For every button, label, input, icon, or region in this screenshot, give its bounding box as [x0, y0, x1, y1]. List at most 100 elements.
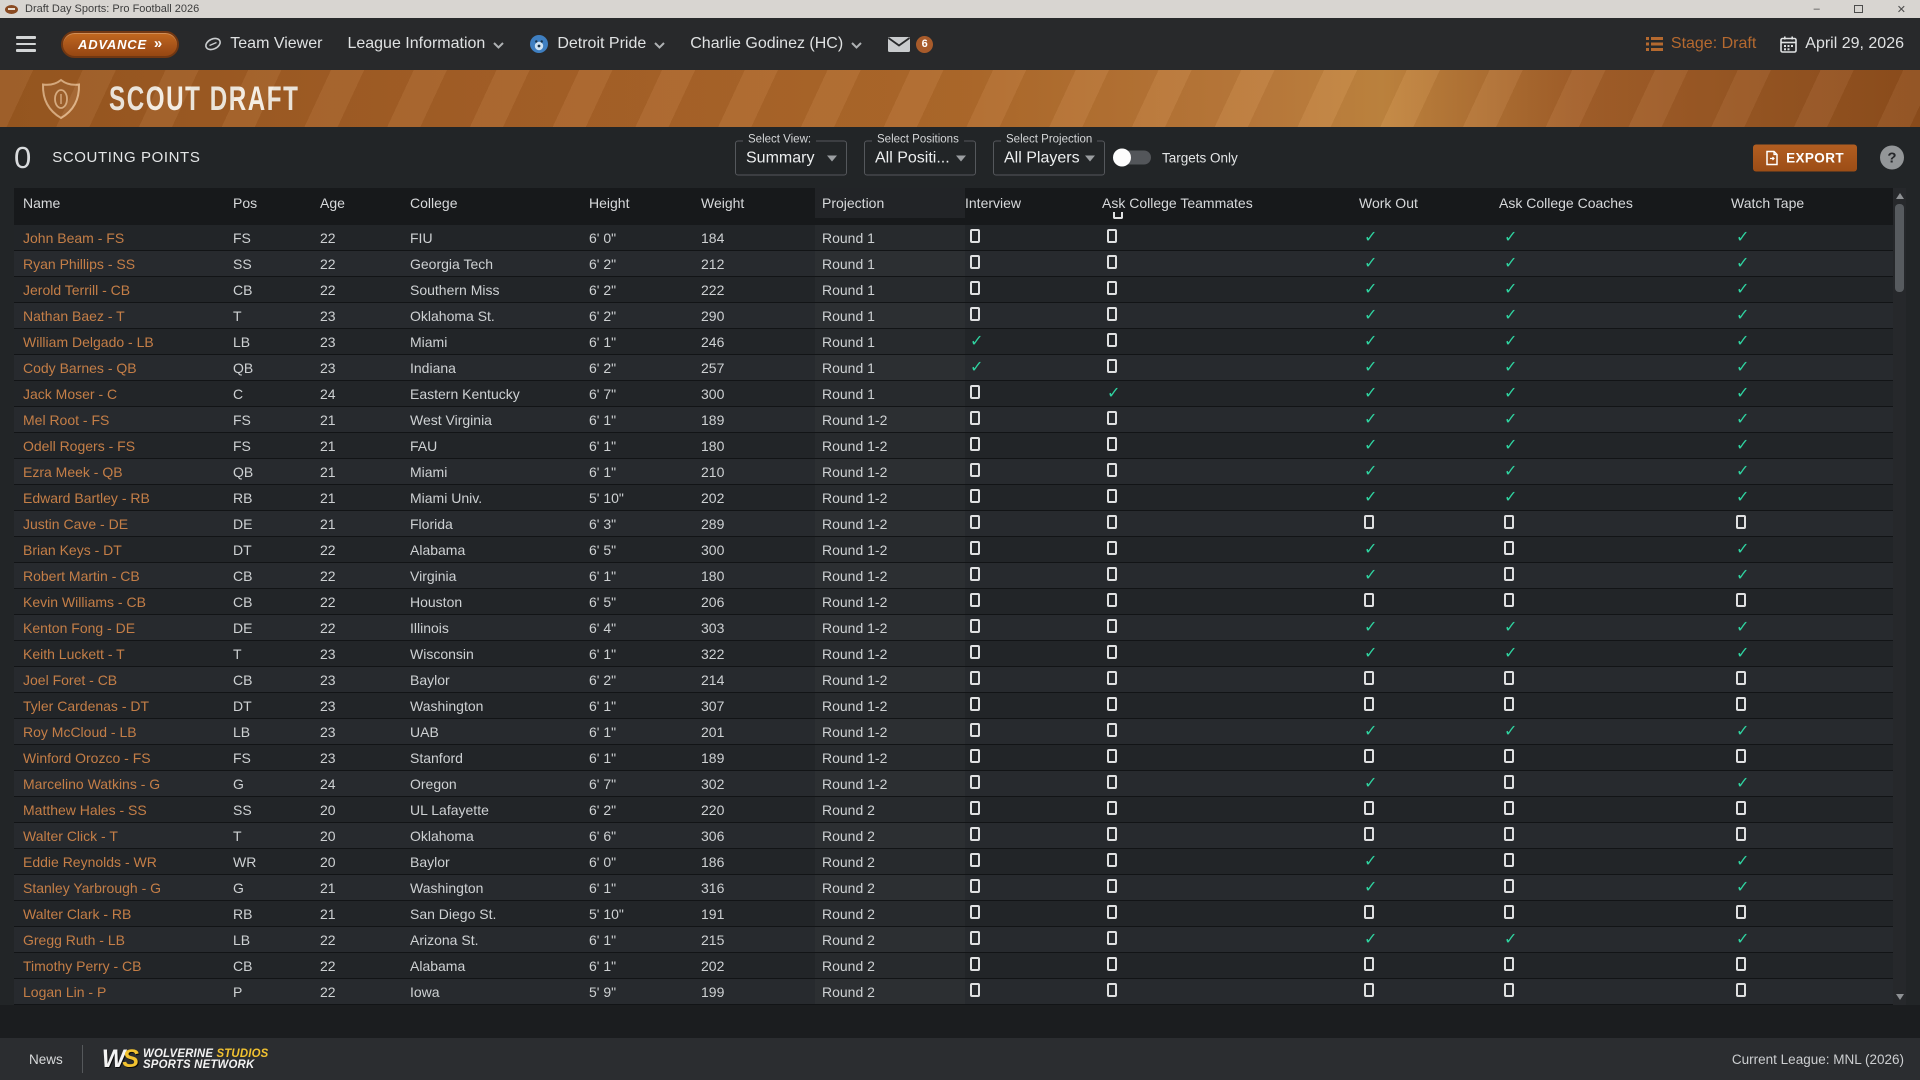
workout-checked-icon[interactable]: ✓	[1364, 567, 1377, 584]
player-name-link[interactable]: Jerold Terrill - CB	[23, 282, 233, 298]
workout-checkbox-unchecked[interactable]	[1364, 515, 1374, 529]
workout-checked-icon[interactable]: ✓	[1364, 645, 1377, 662]
table-row[interactable]: Tyler Cardenas - DT DT 23 Washington 6' …	[14, 693, 1906, 719]
interview-checkbox-unchecked[interactable]	[970, 697, 980, 711]
player-name-link[interactable]: Joel Foret - CB	[23, 672, 233, 688]
workout-checked-icon[interactable]: ✓	[1364, 437, 1377, 454]
workout-checked-icon[interactable]: ✓	[1364, 931, 1377, 948]
view-select[interactable]: Select View: Summary	[735, 140, 847, 175]
table-row[interactable]: Marcelino Watkins - G G 24 Oregon 6' 7" …	[14, 771, 1906, 797]
interview-checkbox-unchecked[interactable]	[970, 671, 980, 685]
table-row[interactable]: Winford Orozco - FS FS 23 Stanford 6' 1"…	[14, 745, 1906, 771]
workout-checkbox-unchecked[interactable]	[1364, 593, 1374, 607]
coaches-checkbox-unchecked[interactable]	[1504, 801, 1514, 815]
teammates-checkbox-unchecked[interactable]	[1107, 775, 1117, 789]
coaches-checked-icon[interactable]: ✓	[1504, 333, 1517, 350]
tape-checked-icon[interactable]: ✓	[1736, 723, 1749, 740]
player-name-link[interactable]: Timothy Perry - CB	[23, 958, 233, 974]
table-row[interactable]: Brian Keys - DT DT 22 Alabama 6' 5" 300 …	[14, 537, 1906, 563]
tape-checked-icon[interactable]: ✓	[1736, 281, 1749, 298]
nav-coach-dropdown[interactable]: Charlie Godinez (HC)	[690, 35, 862, 53]
interview-checkbox-unchecked[interactable]	[970, 541, 980, 555]
interview-checkbox-unchecked[interactable]	[970, 281, 980, 295]
interview-checkbox-unchecked[interactable]	[970, 463, 980, 477]
player-name-link[interactable]: Robert Martin - CB	[23, 568, 233, 584]
coaches-checked-icon[interactable]: ✓	[1504, 645, 1517, 662]
workout-checkbox-unchecked[interactable]	[1364, 697, 1374, 711]
player-name-link[interactable]: Walter Clark - RB	[23, 906, 233, 922]
export-button[interactable]: EXPORT	[1753, 144, 1857, 171]
interview-checkbox-unchecked[interactable]	[970, 437, 980, 451]
teammates-checkbox-unchecked[interactable]	[1107, 853, 1117, 867]
nav-team-viewer[interactable]: Team Viewer	[204, 35, 322, 53]
interview-checkbox-unchecked[interactable]	[970, 229, 980, 243]
table-row[interactable]: Cody Barnes - QB QB 23 Indiana 6' 2" 257…	[14, 355, 1906, 381]
column-header-height[interactable]: Height	[589, 195, 701, 211]
teammates-checkbox-unchecked[interactable]	[1107, 957, 1117, 971]
interview-checkbox-unchecked[interactable]	[970, 385, 980, 399]
interview-checkbox-unchecked[interactable]	[970, 801, 980, 815]
player-name-link[interactable]: Ezra Meek - QB	[23, 464, 233, 480]
column-header-name[interactable]: Name	[23, 195, 233, 211]
workout-checked-icon[interactable]: ✓	[1364, 879, 1377, 896]
projection-select[interactable]: Select Projection All Players	[993, 140, 1105, 175]
player-name-link[interactable]: Eddie Reynolds - WR	[23, 854, 233, 870]
teammates-checked-icon[interactable]: ✓	[1107, 385, 1120, 402]
coaches-checked-icon[interactable]: ✓	[1504, 229, 1517, 246]
window-minimize-button[interactable]: –	[1814, 3, 1820, 15]
advance-button[interactable]: ADVANCE »	[61, 31, 179, 58]
table-row[interactable]: Ryan Phillips - SS SS 22 Georgia Tech 6'…	[14, 251, 1906, 277]
tape-checked-icon[interactable]: ✓	[1736, 333, 1749, 350]
workout-checked-icon[interactable]: ✓	[1364, 281, 1377, 298]
player-name-link[interactable]: Winford Orozco - FS	[23, 750, 233, 766]
table-row[interactable]: Ezra Meek - QB QB 21 Miami 6' 1" 210 Rou…	[14, 459, 1906, 485]
coaches-checked-icon[interactable]: ✓	[1504, 437, 1517, 454]
column-header-tape[interactable]: Watch Tape	[1731, 195, 1906, 211]
workout-checked-icon[interactable]: ✓	[1364, 853, 1377, 870]
teammates-checkbox-unchecked[interactable]	[1107, 463, 1117, 477]
coaches-checkbox-unchecked[interactable]	[1504, 983, 1514, 997]
player-name-link[interactable]: Justin Cave - DE	[23, 516, 233, 532]
coaches-checkbox-unchecked[interactable]	[1504, 957, 1514, 971]
interview-checkbox-unchecked[interactable]	[970, 411, 980, 425]
tape-checked-icon[interactable]: ✓	[1736, 307, 1749, 324]
player-name-link[interactable]: Roy McCloud - LB	[23, 724, 233, 740]
interview-checkbox-unchecked[interactable]	[970, 619, 980, 633]
workout-checked-icon[interactable]: ✓	[1364, 359, 1377, 376]
interview-checkbox-unchecked[interactable]	[970, 749, 980, 763]
tape-checkbox-unchecked[interactable]	[1736, 801, 1746, 815]
teammates-checkbox-unchecked[interactable]	[1107, 697, 1117, 711]
coaches-checkbox-unchecked[interactable]	[1504, 671, 1514, 685]
teammates-checkbox-unchecked[interactable]	[1107, 645, 1117, 659]
workout-checkbox-unchecked[interactable]	[1364, 983, 1374, 997]
interview-checked-icon[interactable]: ✓	[970, 333, 983, 350]
interview-checkbox-unchecked[interactable]	[970, 489, 980, 503]
tape-checkbox-unchecked[interactable]	[1736, 593, 1746, 607]
scroll-down-arrow-icon[interactable]	[1896, 994, 1904, 1000]
interview-checkbox-unchecked[interactable]	[970, 255, 980, 269]
player-name-link[interactable]: Ryan Phillips - SS	[23, 256, 233, 272]
teammates-checkbox-unchecked[interactable]	[1107, 593, 1117, 607]
interview-checkbox-unchecked[interactable]	[970, 593, 980, 607]
interview-checkbox-unchecked[interactable]	[970, 567, 980, 581]
table-row[interactable]: Eddie Reynolds - WR WR 20 Baylor 6' 0" 1…	[14, 849, 1906, 875]
nav-league-information[interactable]: League Information	[347, 35, 504, 53]
interview-checkbox-unchecked[interactable]	[970, 723, 980, 737]
tape-checked-icon[interactable]: ✓	[1736, 255, 1749, 272]
window-close-button[interactable]: ✕	[1897, 3, 1906, 16]
teammates-checkbox-unchecked[interactable]	[1107, 931, 1117, 945]
coaches-checked-icon[interactable]: ✓	[1504, 359, 1517, 376]
tape-checked-icon[interactable]: ✓	[1736, 853, 1749, 870]
coaches-checkbox-unchecked[interactable]	[1504, 541, 1514, 555]
teammates-checkbox-unchecked[interactable]	[1107, 749, 1117, 763]
player-name-link[interactable]: Stanley Yarbrough - G	[23, 880, 233, 896]
table-row[interactable]: Timothy Perry - CB CB 22 Alabama 6' 1" 2…	[14, 953, 1906, 979]
coaches-checked-icon[interactable]: ✓	[1504, 723, 1517, 740]
table-row[interactable]: Roy McCloud - LB LB 23 UAB 6' 1" 201 Rou…	[14, 719, 1906, 745]
teammates-checkbox-unchecked[interactable]	[1107, 541, 1117, 555]
workout-checked-icon[interactable]: ✓	[1364, 255, 1377, 272]
teammates-checkbox-unchecked[interactable]	[1107, 255, 1117, 269]
player-name-link[interactable]: Walter Click - T	[23, 828, 233, 844]
coaches-checkbox-unchecked[interactable]	[1504, 749, 1514, 763]
interview-checkbox-unchecked[interactable]	[970, 931, 980, 945]
